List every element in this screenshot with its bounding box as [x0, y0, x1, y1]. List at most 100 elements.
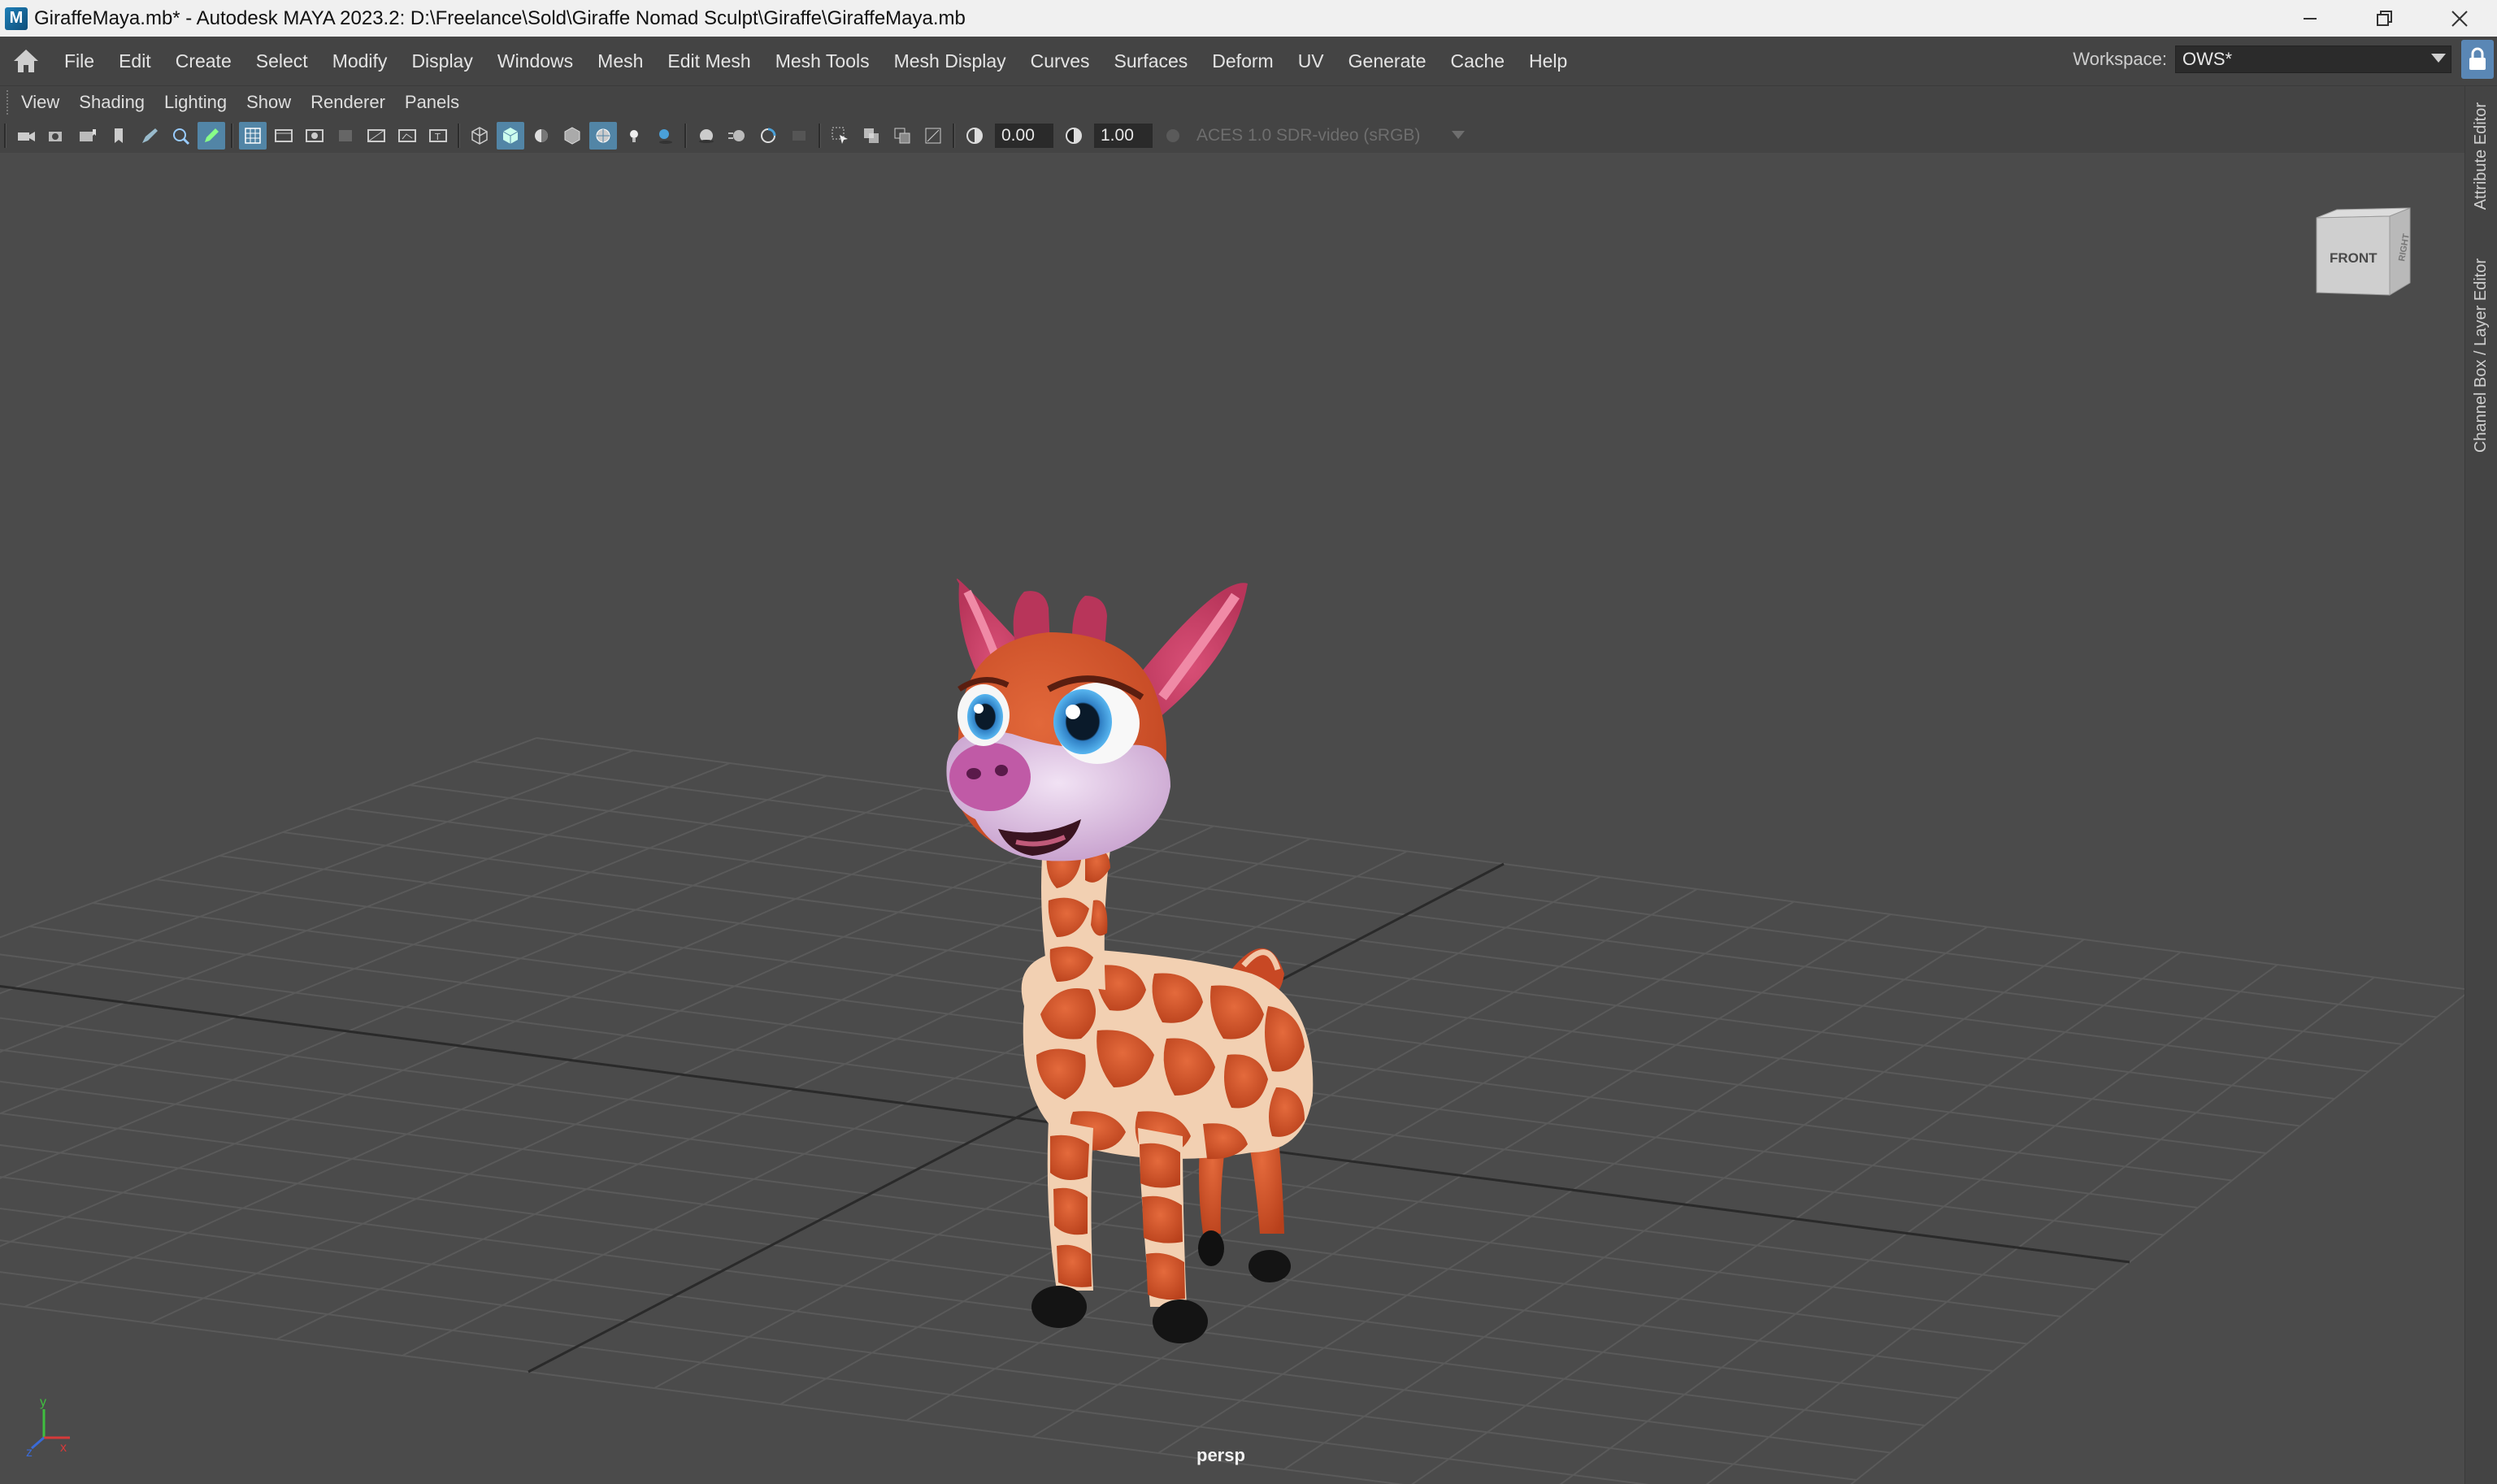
pencil-icon[interactable]: [198, 122, 225, 150]
xray-joints-icon[interactable]: [919, 122, 947, 150]
gamma-field[interactable]: 1.00: [1094, 124, 1153, 148]
menu-create[interactable]: Create: [163, 50, 244, 72]
giraffe-model: [946, 579, 1314, 1343]
viewport-persp[interactable]: FRONT RIGHT y x z persp: [0, 153, 2464, 1484]
exposure-field[interactable]: 0.00: [995, 124, 1053, 148]
panel-menu-renderer[interactable]: Renderer: [301, 92, 395, 113]
xray-active-components-icon[interactable]: [888, 122, 916, 150]
image-plane-icon[interactable]: [105, 122, 132, 150]
menu-cache[interactable]: Cache: [1439, 50, 1517, 72]
menu-edit[interactable]: Edit: [106, 50, 163, 72]
menu-display[interactable]: Display: [399, 50, 484, 72]
safe-title-icon[interactable]: T: [424, 122, 452, 150]
gamma-value: 1.00: [1101, 126, 1134, 145]
menu-file[interactable]: File: [52, 50, 106, 72]
chevron-down-icon: [1452, 131, 1465, 139]
right-side-tabs: Attribute Editor Channel Box / Layer Edi…: [2464, 86, 2497, 1484]
grease-pencil-icon[interactable]: [136, 122, 163, 150]
toolbar-separator: [4, 124, 7, 148]
color-management-icon[interactable]: [1159, 122, 1187, 150]
lock-icon[interactable]: [2461, 40, 2494, 79]
panel-menu-lighting[interactable]: Lighting: [154, 92, 237, 113]
channel-box-layer-editor-tab[interactable]: Channel Box / Layer Editor: [2472, 258, 2490, 453]
color-management-dropdown[interactable]: ACES 1.0 SDR-video (sRGB): [1196, 126, 1465, 145]
menu-deform[interactable]: Deform: [1200, 50, 1285, 72]
panel-menu-panels[interactable]: Panels: [395, 92, 469, 113]
main-menu-bar: File Edit Create Select Modify Display W…: [0, 37, 2497, 86]
attribute-editor-tab[interactable]: Attribute Editor: [2472, 102, 2490, 210]
view-cube-front-label: FRONT: [2330, 250, 2378, 266]
camera-name-label: persp: [1196, 1445, 1245, 1465]
xray-icon[interactable]: [858, 122, 885, 150]
home-icon[interactable]: [10, 45, 42, 77]
axis-gizmo: y x z: [26, 1395, 70, 1458]
menu-surfaces[interactable]: Surfaces: [1102, 50, 1201, 72]
toolbar-separator: [458, 124, 460, 148]
default-material-icon[interactable]: [528, 122, 555, 150]
gate-mask-icon[interactable]: [332, 122, 359, 150]
2d-pan-zoom-icon[interactable]: [167, 122, 194, 150]
lights-icon[interactable]: [620, 122, 648, 150]
menu-generate[interactable]: Generate: [1336, 50, 1439, 72]
shadows-icon[interactable]: [651, 122, 679, 150]
menu-curves[interactable]: Curves: [1018, 50, 1102, 72]
title-bar: M GiraffeMaya.mb* - Autodesk MAYA 2023.2…: [0, 0, 2497, 37]
svg-text:T: T: [434, 132, 441, 142]
safe-action-icon[interactable]: [393, 122, 421, 150]
workspace-label: Workspace:: [2073, 49, 2167, 69]
view-cube[interactable]: FRONT RIGHT: [2308, 202, 2422, 307]
panel-menu-view[interactable]: View: [11, 92, 69, 113]
bookmarks-icon[interactable]: [74, 122, 102, 150]
window-title: GiraffeMaya.mb* - Autodesk MAYA 2023.2: …: [34, 7, 966, 29]
depth-of-field-icon[interactable]: [785, 122, 813, 150]
wireframe-on-shaded-icon[interactable]: [589, 122, 617, 150]
film-gate-icon[interactable]: [270, 122, 297, 150]
menu-select[interactable]: Select: [244, 50, 320, 72]
anti-aliasing-icon[interactable]: [754, 122, 782, 150]
menu-help[interactable]: Help: [1517, 50, 1579, 72]
workspace-value: OWS*: [2182, 49, 2233, 69]
panel-menu-shading[interactable]: Shading: [69, 92, 154, 113]
panel-menu-show[interactable]: Show: [237, 92, 301, 113]
menu-mesh[interactable]: Mesh: [585, 50, 655, 72]
exposure-icon[interactable]: [961, 122, 988, 150]
toolbar-separator: [953, 124, 955, 148]
close-button[interactable]: [2422, 0, 2497, 37]
isolate-select-icon[interactable]: [827, 122, 854, 150]
toolbar-separator: [684, 124, 687, 148]
menu-mesh-tools[interactable]: Mesh Tools: [763, 50, 882, 72]
workspace-selector: Workspace: OWS*: [2073, 43, 2451, 76]
minimize-button[interactable]: [2273, 0, 2347, 37]
restore-icon: [2377, 10, 2392, 26]
toolbar-separator: [819, 124, 821, 148]
wireframe-icon[interactable]: [466, 122, 493, 150]
axis-y-label: y: [40, 1395, 46, 1409]
gamma-icon[interactable]: [1060, 122, 1088, 150]
axis-x-label: x: [60, 1441, 67, 1455]
smooth-shade-icon[interactable]: [497, 122, 524, 150]
workspace-dropdown[interactable]: OWS*: [2175, 46, 2451, 73]
viewport-scene[interactable]: [0, 153, 2464, 1484]
panel-menu-bar: View Shading Lighting Show Renderer Pane…: [0, 86, 2464, 119]
axis-z-label: z: [26, 1446, 33, 1458]
minimize-icon: [2304, 17, 2317, 20]
chevron-down-icon: [2431, 54, 2446, 63]
menu-windows[interactable]: Windows: [485, 50, 585, 72]
ambient-occlusion-icon[interactable]: [693, 122, 720, 150]
resolution-gate-icon[interactable]: [301, 122, 328, 150]
grid-icon[interactable]: [239, 122, 267, 150]
close-icon: [2451, 10, 2468, 27]
menu-modify[interactable]: Modify: [320, 50, 400, 72]
field-chart-icon[interactable]: [363, 122, 390, 150]
camera-attributes-icon[interactable]: [43, 122, 71, 150]
textured-icon[interactable]: [558, 122, 586, 150]
maya-app-icon: M: [5, 7, 28, 30]
toolbar-separator: [231, 124, 233, 148]
restore-button[interactable]: [2347, 0, 2422, 37]
select-camera-icon[interactable]: [12, 122, 40, 150]
menu-edit-mesh[interactable]: Edit Mesh: [655, 50, 762, 72]
menu-mesh-display[interactable]: Mesh Display: [882, 50, 1018, 72]
menu-uv[interactable]: UV: [1286, 50, 1336, 72]
motion-blur-icon[interactable]: [723, 122, 751, 150]
exposure-value: 0.00: [1001, 126, 1035, 145]
